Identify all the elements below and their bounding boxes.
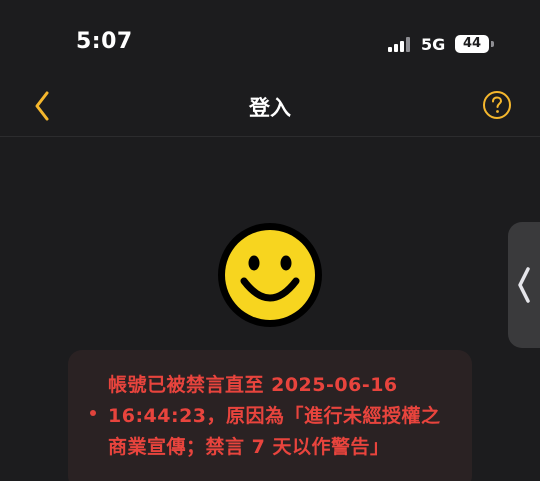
status-bar: 5:07 5G 44	[0, 0, 540, 80]
error-line: 16:44:23，原因為「進行未經授權之	[108, 405, 441, 427]
page-title: 登入	[249, 96, 291, 120]
nav-bar: 登入	[0, 80, 540, 137]
smiley-face-icon	[216, 221, 324, 329]
error-message: 帳號已被禁言直至 2025-06-16 16:44:23，原因為「進行未經授權之…	[108, 370, 460, 463]
error-line: 帳號已被禁言直至 2025-06-16	[108, 374, 398, 396]
question-circle-icon	[483, 91, 511, 119]
login-screen: 5:07 5G 44 登入 帳號已被禁言直至 2025-06-16 16:44:…	[0, 0, 540, 481]
battery-icon: 44	[455, 35, 489, 53]
battery-level: 44	[462, 36, 482, 51]
status-time: 5:07	[76, 29, 133, 54]
network-type: 5G	[421, 35, 446, 54]
error-line: 商業宣傳；禁言 7 天以作警告」	[108, 436, 390, 458]
side-panel-handle[interactable]	[508, 222, 540, 348]
error-bullet-icon	[90, 410, 96, 416]
battery-nub	[491, 41, 494, 47]
error-message-card: 帳號已被禁言直至 2025-06-16 16:44:23，原因為「進行未經授權之…	[68, 350, 472, 481]
signal-strength-icon	[388, 36, 412, 52]
help-button[interactable]	[482, 90, 512, 120]
chevron-left-icon	[518, 267, 530, 303]
